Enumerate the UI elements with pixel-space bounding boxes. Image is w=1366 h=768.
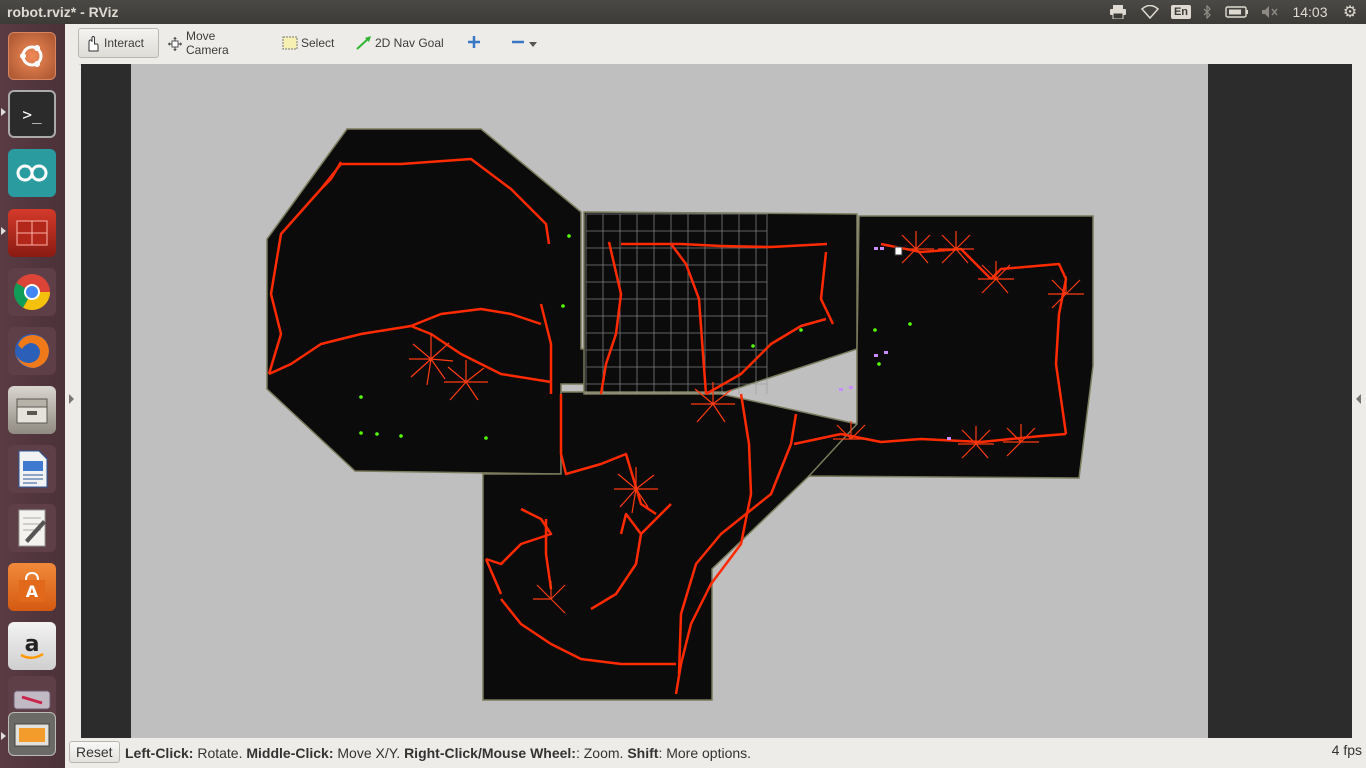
svg-text:a: a bbox=[25, 632, 40, 657]
select-tool-button[interactable]: Select bbox=[276, 28, 344, 58]
help-right-click-desc: : Zoom. bbox=[575, 745, 628, 761]
volume-muted-icon[interactable] bbox=[1260, 3, 1280, 21]
clock[interactable]: 14:03 bbox=[1290, 3, 1330, 21]
plus-icon bbox=[467, 35, 481, 52]
help-right-click: Right-Click/Mouse Wheel: bbox=[404, 745, 576, 761]
green-arrow-icon bbox=[356, 36, 371, 50]
help-shift: Shift bbox=[627, 745, 659, 761]
remove-tool-button[interactable] bbox=[505, 28, 541, 58]
language-badge: En bbox=[1170, 5, 1192, 19]
arduino-icon[interactable] bbox=[8, 149, 56, 197]
keyboard-layout-indicator[interactable]: En bbox=[1170, 3, 1192, 21]
move-camera-label: Move Camera bbox=[186, 29, 229, 57]
add-tool-button[interactable] bbox=[461, 28, 485, 58]
bluetooth-icon[interactable] bbox=[1200, 3, 1214, 21]
mouse-help-text: Left-Click: Rotate. Middle-Click: Move X… bbox=[125, 745, 751, 761]
red-app-icon[interactable] bbox=[8, 209, 56, 257]
move-camera-icon bbox=[167, 36, 182, 51]
printer-icon[interactable] bbox=[1108, 3, 1128, 21]
battery-icon[interactable] bbox=[1224, 3, 1250, 21]
system-gear-icon[interactable]: ⚙ bbox=[1340, 3, 1360, 21]
rviz-window: Interact Move Camera Select 2D Nav Goal bbox=[65, 24, 1366, 768]
ubuntu-dash-icon[interactable] bbox=[8, 32, 56, 80]
unity-launcher: >_ A a bbox=[0, 24, 65, 768]
writer-icon[interactable] bbox=[8, 445, 56, 493]
nav-goal-tool-button[interactable]: 2D Nav Goal bbox=[350, 28, 450, 58]
help-shift-desc: : More options. bbox=[658, 745, 752, 761]
status-bar: Reset Left-Click: Rotate. Middle-Click: … bbox=[65, 738, 1366, 768]
svg-text:A: A bbox=[26, 582, 39, 601]
software-center-icon[interactable]: A bbox=[8, 563, 56, 611]
files-icon[interactable] bbox=[8, 386, 56, 434]
move-camera-tool-button[interactable]: Move Camera bbox=[161, 28, 267, 58]
nav-goal-label: 2D Nav Goal bbox=[375, 36, 444, 50]
text-editor-icon[interactable] bbox=[8, 504, 56, 552]
fps-counter: 4 fps bbox=[1331, 742, 1362, 758]
minus-icon bbox=[511, 35, 525, 52]
running-indicator bbox=[1, 227, 6, 235]
right-dock-splitter[interactable] bbox=[1352, 64, 1366, 738]
expand-right-icon[interactable] bbox=[1356, 394, 1361, 404]
firefox-icon[interactable] bbox=[8, 327, 56, 375]
select-rect-icon bbox=[282, 36, 298, 50]
top-panel: robot.rviz* - RViz En 14:03 ⚙ bbox=[0, 0, 1366, 24]
help-left-click: Left-Click: bbox=[125, 745, 194, 761]
help-middle-click-desc: Move X/Y. bbox=[333, 745, 405, 761]
wifi-icon[interactable] bbox=[1140, 3, 1160, 21]
tools-toolbar: Interact Move Camera Select 2D Nav Goal bbox=[65, 24, 1366, 65]
interact-label: Interact bbox=[104, 36, 145, 50]
expand-left-icon[interactable] bbox=[69, 394, 74, 404]
screenshot-icon[interactable] bbox=[8, 712, 56, 756]
occupancy-map bbox=[131, 64, 1208, 738]
reset-button[interactable]: Reset bbox=[69, 741, 120, 763]
interact-tool-button[interactable]: Interact bbox=[78, 28, 159, 58]
help-middle-click: Middle-Click: bbox=[246, 745, 334, 761]
terminal-icon[interactable]: >_ bbox=[8, 90, 56, 138]
hand-pointer-icon bbox=[85, 35, 99, 52]
chevron-down-icon bbox=[529, 36, 537, 50]
robot-marker bbox=[894, 246, 903, 256]
left-dock-splitter[interactable] bbox=[65, 64, 79, 738]
render-viewport[interactable] bbox=[81, 64, 1352, 738]
amazon-icon[interactable]: a bbox=[8, 622, 56, 670]
running-indicator bbox=[1, 108, 6, 116]
select-label: Select bbox=[301, 36, 335, 50]
chrome-icon[interactable] bbox=[8, 268, 56, 316]
window-title: robot.rviz* - RViz bbox=[7, 4, 119, 20]
help-left-click-desc: Rotate. bbox=[193, 745, 247, 761]
running-indicator bbox=[1, 732, 6, 740]
